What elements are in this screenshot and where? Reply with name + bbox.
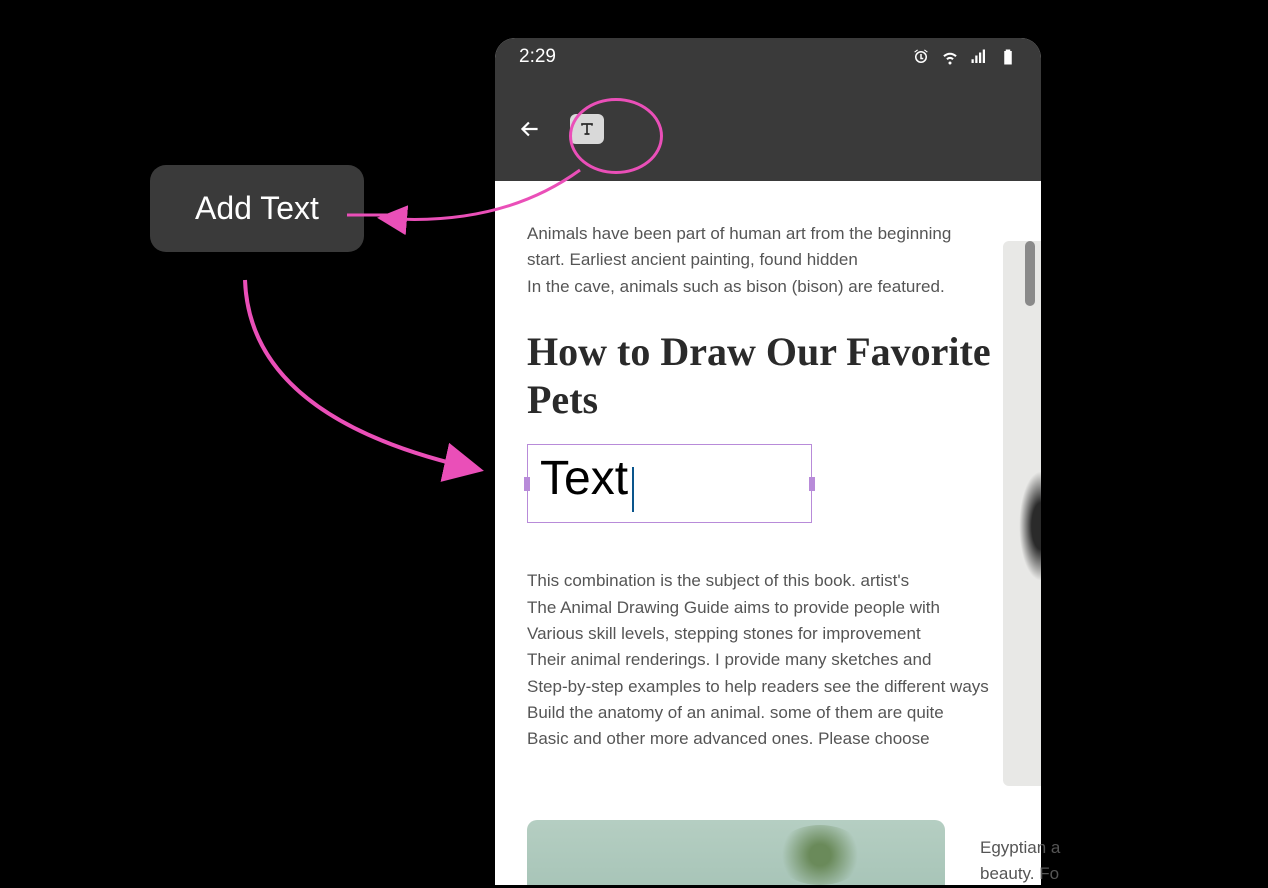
back-button[interactable]	[515, 114, 545, 144]
status-bar: 2:29	[495, 38, 1041, 76]
paragraph-text: Animals have been part of human art from…	[527, 221, 1009, 300]
battery-icon	[999, 48, 1017, 66]
alarm-icon	[912, 48, 930, 66]
status-time: 2:29	[519, 46, 556, 68]
arrow-left-icon	[517, 116, 543, 142]
add-text-tooltip: Add Text	[150, 165, 364, 252]
wifi-icon	[941, 48, 959, 66]
add-text-button[interactable]	[570, 114, 604, 144]
resize-handle-left[interactable]	[524, 477, 530, 491]
document-image	[527, 820, 945, 885]
paragraph-text: This combination is the subject of this …	[527, 568, 1009, 752]
editor-toolbar	[495, 76, 1041, 181]
resize-handle-right[interactable]	[809, 477, 815, 491]
text-cursor	[632, 467, 634, 512]
text-tool-icon	[577, 119, 597, 139]
status-icons	[912, 48, 1017, 66]
scrollbar-thumb[interactable]	[1025, 241, 1035, 306]
phone-screen: 2:29 Animals have been part of human art…	[495, 38, 1041, 885]
signal-icon	[970, 48, 988, 66]
text-input-box[interactable]: Text	[527, 444, 812, 523]
document-canvas[interactable]: Animals have been part of human art from…	[495, 181, 1041, 885]
document-heading: How to Draw Our Favorite Pets	[527, 328, 1009, 424]
tooltip-label: Add Text	[195, 190, 319, 226]
next-page-preview[interactable]	[1003, 241, 1041, 786]
next-page-text-fragment: Egyptian a beauty. Fo	[980, 835, 1070, 888]
text-input-value[interactable]: Text	[540, 452, 628, 505]
